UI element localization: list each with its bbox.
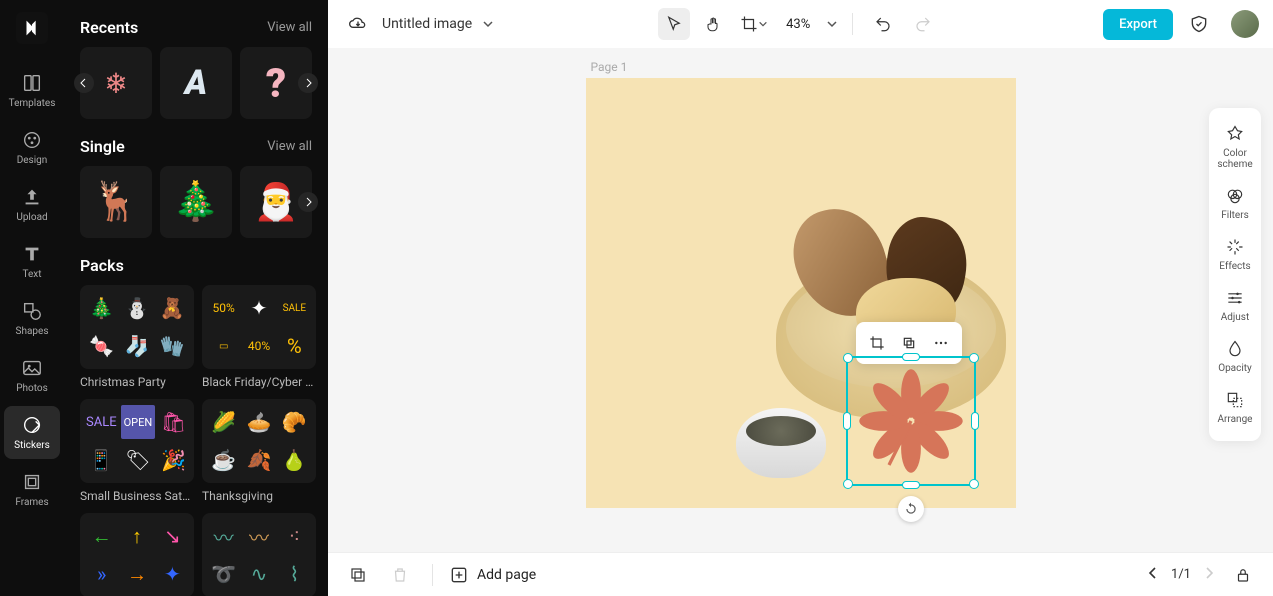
chevron-down-icon[interactable] (482, 18, 494, 30)
dock-color-scheme[interactable]: Color scheme (1209, 116, 1261, 178)
pack-smallbiz-label: Small Business Saturd... (80, 489, 194, 503)
single-next[interactable] (298, 192, 318, 212)
pack-arrows[interactable]: ←↑↘»→✦ (80, 513, 194, 596)
pack-smallbiz[interactable]: SALEOPEN🛍📱🏷🎉 (80, 399, 194, 483)
single-view-all[interactable]: View all (267, 139, 312, 154)
prev-page[interactable] (1147, 567, 1159, 583)
nav-stickers-label: Stickers (14, 440, 50, 451)
resize-handle-tl[interactable] (843, 353, 853, 363)
single-sticker-tree[interactable]: 🎄 (160, 166, 232, 238)
selected-leaf-sticker[interactable] (846, 356, 976, 486)
more-icon[interactable] (926, 328, 956, 358)
resize-handle-br[interactable] (969, 479, 979, 489)
lock-icon[interactable] (1227, 559, 1259, 591)
resize-handle-bl[interactable] (843, 479, 853, 489)
pack-doodles[interactable]: 〰〰⁖➰∿⌇ (202, 513, 316, 596)
nav-photos[interactable]: Photos (4, 349, 60, 402)
cloud-sync-icon[interactable] (342, 8, 374, 40)
pack-thanksgiving[interactable]: 🌽🥧🥐☕🍂🍐 (202, 399, 316, 483)
nav-frames-label: Frames (15, 497, 48, 508)
nav-text-label: Text (22, 269, 41, 280)
delete-icon[interactable] (384, 559, 416, 591)
nav-shapes[interactable]: Shapes (4, 292, 60, 345)
right-properties-dock: Color scheme Filters Effects Adjust Opac… (1209, 108, 1261, 441)
nav-stickers[interactable]: Stickers (4, 406, 60, 459)
resize-handle-b[interactable] (902, 481, 920, 489)
leaf-sticker-graphic (856, 366, 966, 476)
bottombar: Add page 1/1 (328, 552, 1273, 596)
recents-prev[interactable] (74, 73, 94, 93)
add-page-label: Add page (477, 567, 536, 583)
recents-view-all[interactable]: View all (267, 20, 312, 35)
user-avatar[interactable] (1231, 10, 1259, 38)
undo-button[interactable] (867, 8, 899, 40)
canvas[interactable]: Page 1 (328, 48, 1273, 552)
hand-tool[interactable] (698, 8, 730, 40)
dock-adjust[interactable]: Adjust (1209, 280, 1261, 331)
zoom-chevron-icon[interactable] (826, 18, 838, 30)
nav-upload[interactable]: Upload (4, 178, 60, 231)
nav-text[interactable]: Text (4, 235, 60, 288)
nav-photos-label: Photos (16, 383, 48, 394)
next-page[interactable] (1203, 567, 1215, 583)
nav-shapes-label: Shapes (16, 326, 49, 337)
single-title: Single (80, 137, 125, 156)
zoom-level[interactable]: 43% (786, 17, 810, 32)
crop-icon[interactable] (862, 328, 892, 358)
redo-button[interactable] (907, 8, 939, 40)
dock-opacity[interactable]: Opacity (1209, 331, 1261, 382)
pack-thanksgiving-label: Thanksgiving (202, 489, 316, 503)
recent-sticker-letter-a[interactable]: A (160, 47, 232, 119)
nav-frames[interactable]: Frames (4, 463, 60, 516)
page-1[interactable] (586, 78, 1016, 508)
dock-effects[interactable]: Effects (1209, 229, 1261, 280)
dock-filters[interactable]: Filters (1209, 178, 1261, 229)
export-button[interactable]: Export (1103, 9, 1173, 40)
pack-blackfriday[interactable]: 50%✦SALE▭40%% (202, 285, 316, 369)
pack-christmas-label: Christmas Party (80, 375, 194, 389)
crop-tool[interactable] (738, 8, 770, 40)
topbar: Untitled image 43% Export (328, 0, 1273, 48)
nav-design[interactable]: Design (4, 121, 60, 174)
select-tool[interactable] (658, 8, 690, 40)
app-logo[interactable] (16, 12, 48, 44)
add-page-button[interactable]: Add page (449, 565, 536, 585)
resize-handle-l[interactable] (843, 412, 851, 430)
document-title[interactable]: Untitled image (382, 16, 472, 32)
nav-upload-label: Upload (16, 212, 47, 223)
single-sticker-reindeer[interactable]: 🦌 (80, 166, 152, 238)
page-counter: 1/1 (1171, 567, 1191, 582)
stickers-panel: Recents View all ❄ A ? Single View all 🦌… (64, 0, 328, 596)
rotate-handle[interactable] (898, 496, 924, 522)
left-nav-rail: Templates Design Upload Text Shapes Phot… (0, 0, 64, 596)
nav-templates-label: Templates (9, 98, 56, 109)
shield-icon[interactable] (1183, 8, 1215, 40)
pack-christmas[interactable]: 🎄⛄🧸🍬🧦🧤 (80, 285, 194, 369)
resize-handle-t[interactable] (902, 353, 920, 361)
nav-design-label: Design (17, 155, 48, 166)
layers-icon[interactable] (342, 559, 374, 591)
recents-title: Recents (80, 18, 138, 37)
recents-next[interactable] (298, 73, 318, 93)
resize-handle-tr[interactable] (969, 353, 979, 363)
packs-title: Packs (80, 256, 124, 275)
page-label: Page 1 (591, 60, 628, 74)
pack-blackfriday-label: Black Friday/Cyber M... (202, 375, 316, 389)
resize-handle-r[interactable] (971, 412, 979, 430)
dock-arrange[interactable]: Arrange (1209, 382, 1261, 433)
nav-templates[interactable]: Templates (4, 64, 60, 117)
